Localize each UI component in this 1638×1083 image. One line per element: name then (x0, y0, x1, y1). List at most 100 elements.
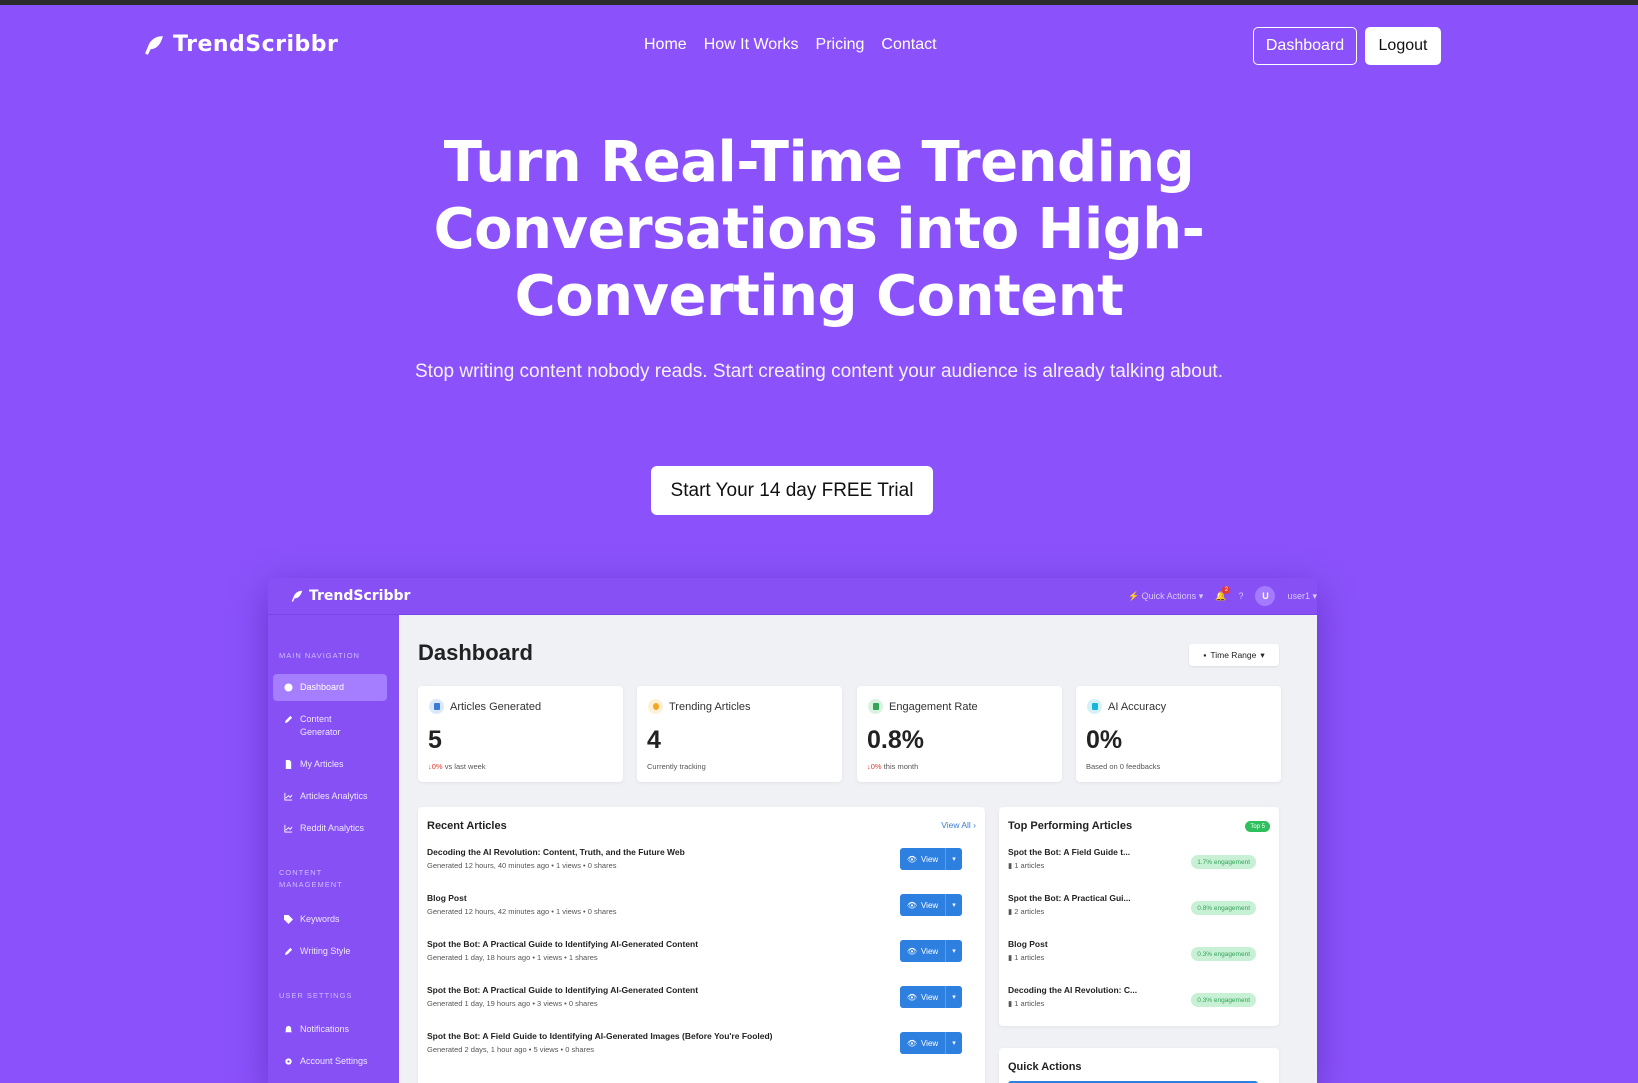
eye-icon: 👁 (906, 854, 917, 864)
view-button: 👁 View ▾ (900, 986, 962, 1008)
page-title: Dashboard (418, 640, 533, 665)
view-button: 👁 View ▾ (900, 848, 962, 870)
hero-subtitle: Stop writing content nobody reads. Start… (415, 361, 1223, 382)
chevron-down-icon: ▾ (952, 902, 956, 909)
list-item: Spot the Bot: A Field Guide to Identifyi… (427, 1031, 962, 1071)
view-button: 👁 View ▾ (900, 894, 962, 916)
stat-value: 4 (647, 726, 661, 754)
calendar-icon: ▪ (1203, 650, 1207, 660)
engagement-badge: 0.3% engagement (1191, 993, 1256, 1007)
sidebar-item-writing-style: Writing Style (273, 938, 387, 965)
engagement-badge: 0.8% engagement (1191, 901, 1256, 915)
list-item: Decoding the AI Revolution: C... ▮ 1 art… (1008, 985, 1256, 1025)
stat-note: ↓0% this month (867, 762, 919, 771)
stat-note: ↓0% vs last week (428, 762, 486, 771)
engagement-badge: 0.3% engagement (1191, 947, 1256, 961)
list-item: Spot the Bot: A Practical Guide to Ident… (427, 985, 962, 1025)
chart-line-icon (284, 824, 293, 833)
list-item: Spot the Bot: A Field Guide t... ▮ 1 art… (1008, 847, 1256, 887)
sidebar-section-title: CONTENT MANAGEMENT (279, 868, 343, 889)
panel-title: Top Performing Articles (1008, 820, 1133, 832)
stat-value: 5 (428, 726, 442, 754)
gauge-icon (284, 683, 293, 692)
robot-icon (1087, 699, 1102, 714)
stat-value: 0.8% (867, 726, 924, 754)
preview-main: Dashboard ▪ Time Range ▾ Articles Generat… (399, 615, 1317, 1083)
top-badge: Top 5 (1245, 821, 1270, 832)
view-all-link: View All › (941, 820, 976, 830)
sidebar-item-articles-analytics: Articles Analytics (273, 783, 387, 810)
bell-icon: 🔔 2 (1215, 585, 1231, 602)
sidebar-item-notifications: Notifications (273, 1016, 387, 1043)
main-nav-links: Home How It Works Pricing Contact (644, 36, 937, 54)
stat-note: Currently tracking (647, 762, 706, 771)
view-button: 👁 View ▾ (900, 940, 962, 962)
preview-topbar: TrendScribbr ⚡ Quick Actions ▾ 🔔 2 ? U us… (268, 578, 1317, 615)
nav-how-it-works-link[interactable]: How It Works (704, 36, 799, 54)
sidebar-item-reddit-analytics: Reddit Analytics (273, 815, 387, 842)
file-icon (429, 699, 444, 714)
top-performing-panel: Top Performing Articles Top 5 Spot the B… (999, 807, 1279, 1026)
file-icon: ▮ (1008, 861, 1013, 870)
view-button: 👁 View ▾ (900, 1032, 962, 1054)
time-range-dropdown: ▪ Time Range ▾ (1189, 644, 1279, 666)
list-item: Blog Post Generated 12 hours, 42 minutes… (427, 893, 962, 933)
preview-brand-logo: TrendScribbr (290, 588, 410, 604)
brand-name: TrendScribbr (173, 32, 339, 57)
panel-title: Recent Articles (427, 820, 507, 832)
nav-home-link[interactable]: Home (644, 36, 687, 54)
stat-card: Trending Articles 4 Currently tracking (637, 686, 842, 782)
eye-icon: 👁 (906, 1038, 917, 1048)
free-trial-button[interactable]: Start Your 14 day FREE Trial (651, 466, 933, 515)
file-icon (285, 760, 292, 769)
list-item: Spot the Bot: A Practical Gui... ▮ 2 art… (1008, 893, 1256, 933)
hero-title: Turn Real-Time Trending Conversations in… (433, 130, 1205, 329)
fire-icon (648, 699, 663, 714)
eye-icon: 👁 (906, 900, 917, 910)
pencil-icon (284, 947, 293, 956)
chevron-down-icon: ▾ (952, 856, 956, 863)
stat-value: 0% (1086, 726, 1123, 754)
notification-count-badge: 2 (1222, 585, 1231, 594)
sidebar-item-content-generator: Content Generator (273, 706, 387, 746)
username-menu: user1 ▾ (1287, 590, 1317, 601)
preview-brand-name: TrendScribbr (309, 588, 411, 604)
gear-icon (285, 1058, 292, 1065)
chevron-down-icon: ▾ (952, 1040, 956, 1047)
chart-line-icon (868, 699, 883, 714)
stat-card: Engagement Rate 0.8% ↓0% this month (857, 686, 1062, 782)
tag-icon (284, 915, 293, 924)
recent-articles-panel: Recent Articles View All › Decoding the … (418, 807, 985, 1083)
eye-icon: 👁 (906, 946, 917, 956)
help-icon: ? (1238, 591, 1244, 601)
file-icon: ▮ (1008, 953, 1013, 962)
sidebar-item-keywords: Keywords (273, 906, 387, 933)
brand-logo[interactable]: TrendScribbr (143, 32, 338, 57)
logout-button[interactable]: Logout (1365, 27, 1441, 65)
list-item: Spot the Bot: A Practical Guide to Ident… (427, 939, 962, 979)
chevron-down-icon: ▾ (952, 994, 956, 1001)
stat-card: AI Accuracy 0% Based on 0 feedbacks (1076, 686, 1281, 782)
sidebar-section-title: USER SETTINGS (279, 991, 353, 1000)
sidebar-item-my-articles: My Articles (273, 751, 387, 778)
preview-topbar-actions: ⚡ Quick Actions ▾ 🔔 2 ? U user1 ▾ (1127, 585, 1317, 606)
sidebar-item-account-settings: Account Settings (273, 1048, 387, 1075)
eye-icon: 👁 (906, 992, 917, 1002)
feather-icon (145, 35, 163, 55)
avatar: U (1255, 586, 1276, 606)
nav-contact-link[interactable]: Contact (881, 36, 936, 54)
quick-actions-panel: Quick Actions (999, 1048, 1279, 1083)
panel-title: Quick Actions (1008, 1061, 1082, 1073)
nav-pricing-link[interactable]: Pricing (816, 36, 865, 54)
chevron-down-icon: ▾ (952, 948, 956, 955)
dashboard-button[interactable]: Dashboard (1253, 27, 1357, 65)
top-navbar: TrendScribbr Home How It Works Pricing C… (0, 5, 1638, 83)
sidebar-item-dashboard: Dashboard (273, 674, 387, 701)
sidebar-section-title: MAIN NAVIGATION (279, 651, 360, 660)
quick-actions-menu: ⚡ Quick Actions ▾ (1127, 590, 1204, 601)
dashboard-preview: TrendScribbr ⚡ Quick Actions ▾ 🔔 2 ? U us… (268, 578, 1317, 1083)
bell-icon (284, 1025, 293, 1033)
engagement-badge: 1.7% engagement (1191, 855, 1256, 869)
list-item: Blog Post ▮ 1 articles 0.3% engagement (1008, 939, 1256, 979)
pencil-icon (284, 715, 293, 724)
